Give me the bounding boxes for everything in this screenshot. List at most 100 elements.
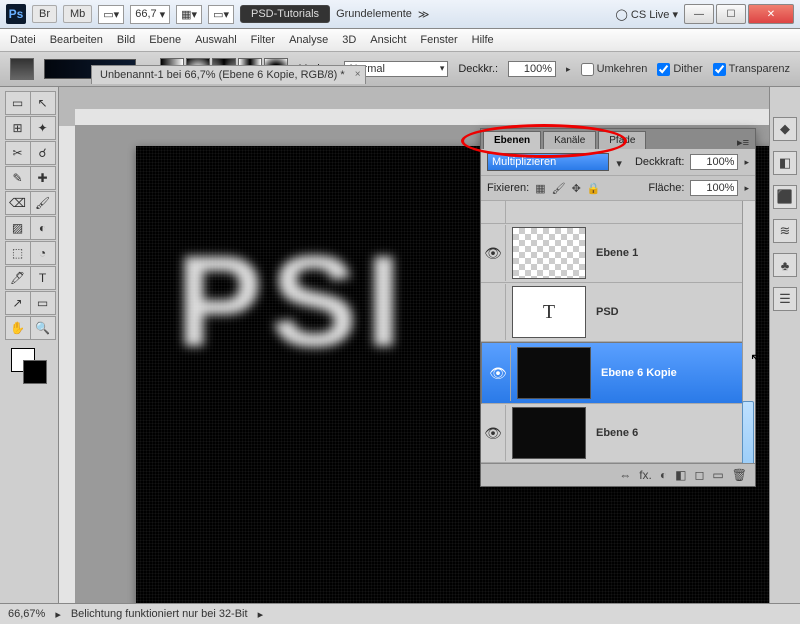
tool-7[interactable]: ✚	[30, 166, 56, 190]
layer-opacity-input[interactable]: 100%	[690, 154, 738, 170]
more-icon[interactable]: ≫	[418, 8, 430, 21]
tool-17[interactable]: ▭	[30, 291, 56, 315]
layer-row[interactable]: T PSD	[481, 283, 755, 342]
tool-preset[interactable]	[10, 58, 34, 80]
layer-name[interactable]: Ebene 1	[592, 247, 755, 259]
tab-kanaele[interactable]: Kanäle	[543, 131, 596, 149]
tab-pfade[interactable]: Pfade	[598, 131, 646, 149]
layers-panel: Ebenen Kanäle Pfade ▸≡ Multiplizieren De…	[480, 128, 756, 487]
tool-1[interactable]: ↖	[30, 91, 56, 115]
tool-2[interactable]: ⊞	[5, 116, 31, 140]
opacity-arrow[interactable]: ▸	[566, 64, 571, 75]
lock-transparency-icon[interactable]: ▦	[535, 182, 545, 195]
layer-blend-mode-select[interactable]: Multiplizieren	[487, 153, 609, 171]
close-tab-icon[interactable]: ×	[355, 69, 361, 80]
dock-icon-5[interactable]: ☰	[773, 287, 797, 311]
lock-pixels-icon[interactable]: 🖌	[552, 182, 566, 195]
fill-input[interactable]: 100%	[690, 180, 738, 196]
maximize-button[interactable]: ☐	[716, 4, 746, 24]
layer-thumbnail[interactable]: T	[512, 286, 586, 338]
menu-bearbeiten[interactable]: Bearbeiten	[50, 34, 103, 46]
panel-menu-icon[interactable]: ▸≡	[731, 136, 755, 149]
tool-4[interactable]: ✂	[5, 141, 31, 165]
dock-icon-1[interactable]: ◧	[773, 151, 797, 175]
visibility-eye-icon[interactable]: 👁	[486, 345, 511, 401]
layer-thumbnail[interactable]	[512, 227, 586, 279]
menu-fenster[interactable]: Fenster	[420, 34, 457, 46]
dock-icon-2[interactable]: ⬛	[773, 185, 797, 209]
opacity-input[interactable]: 100%	[508, 61, 556, 77]
tool-15[interactable]: T	[30, 266, 56, 290]
menu-auswahl[interactable]: Auswahl	[195, 34, 237, 46]
tab-ebenen[interactable]: Ebenen	[483, 131, 541, 149]
screen-mode-select[interactable]: ▭▾	[98, 5, 124, 24]
visibility-eye-icon[interactable]: 👁	[481, 405, 506, 461]
menu-ebene[interactable]: Ebene	[149, 34, 181, 46]
tool-10[interactable]: ▨	[5, 216, 31, 240]
tool-12[interactable]: ⬚	[5, 241, 31, 265]
layers-scrollbar[interactable]	[742, 201, 755, 463]
layers-action-4[interactable]: ◻	[694, 468, 704, 482]
layer-row[interactable]: 👁 Ebene 6	[481, 404, 755, 463]
workspace-label[interactable]: Grundelemente	[336, 8, 412, 20]
layer-row[interactable]: 👁 Ebene 1	[481, 224, 755, 283]
lock-position-icon[interactable]: ✥	[572, 182, 581, 195]
bridge-button[interactable]: Br	[32, 5, 57, 23]
visibility-eye-icon[interactable]	[481, 284, 506, 340]
tool-14[interactable]: 🖊	[5, 266, 31, 290]
tool-0[interactable]: ▭	[5, 91, 31, 115]
minibridge-button[interactable]: Mb	[63, 5, 92, 23]
layers-action-1[interactable]: fx.	[639, 468, 652, 482]
document-tab[interactable]: Unbenannt-1 bei 66,7% (Ebene 6 Kopie, RG…	[91, 65, 366, 84]
dock-icon-0[interactable]: ◆	[773, 117, 797, 141]
dock-icon-4[interactable]: ♣	[773, 253, 797, 277]
layer-opacity-arrow[interactable]: ▸	[744, 157, 749, 168]
minimize-button[interactable]: —	[684, 4, 714, 24]
color-swatches[interactable]	[11, 348, 47, 384]
tool-16[interactable]: ↗	[5, 291, 31, 315]
layer-name[interactable]: Ebene 6	[592, 427, 755, 439]
transparency-checkbox[interactable]: Transparenz	[713, 63, 790, 76]
layers-action-5[interactable]: ▭	[712, 468, 723, 482]
tool-6[interactable]: ✎	[5, 166, 31, 190]
scrollbar-thumb[interactable]	[742, 401, 754, 463]
tool-5[interactable]: ☌	[30, 141, 56, 165]
tool-18[interactable]: ✋	[5, 316, 31, 340]
tool-9[interactable]: 🖌	[30, 191, 56, 215]
layers-action-6[interactable]: 🗑	[732, 468, 747, 482]
menu-bild[interactable]: Bild	[117, 34, 135, 46]
layers-action-2[interactable]: ◐	[660, 468, 667, 482]
menu-ansicht[interactable]: Ansicht	[370, 34, 406, 46]
dither-checkbox[interactable]: Dither	[657, 63, 702, 76]
background-swatch[interactable]	[23, 360, 47, 384]
tool-13[interactable]: ◔	[30, 241, 56, 265]
status-zoom[interactable]: 66,67%	[8, 608, 45, 620]
menu-datei[interactable]: Datei	[10, 34, 36, 46]
layer-name[interactable]: Ebene 6 Kopie	[597, 367, 736, 379]
close-button[interactable]: ✕	[748, 4, 794, 24]
menu-3d[interactable]: 3D	[342, 34, 356, 46]
view-extras-select[interactable]: ▦▾	[176, 5, 202, 24]
layers-action-3[interactable]: ◧	[675, 468, 686, 482]
dock-icon-3[interactable]: ≋	[773, 219, 797, 243]
tool-19[interactable]: 🔍	[30, 316, 56, 340]
cslive-button[interactable]: ◯ CS Live ▾	[616, 8, 678, 21]
layer-row[interactable]: 👁 Ebene 6 Kopie	[481, 342, 755, 404]
workspace-button[interactable]: PSD-Tutorials	[240, 5, 330, 23]
tool-11[interactable]: ◐	[30, 216, 56, 240]
fill-arrow[interactable]: ▸	[744, 183, 749, 194]
menu-filter[interactable]: Filter	[251, 34, 275, 46]
menu-analyse[interactable]: Analyse	[289, 34, 328, 46]
menu-hilfe[interactable]: Hilfe	[472, 34, 494, 46]
lock-all-icon[interactable]: 🔒	[587, 182, 601, 195]
tool-8[interactable]: ⌫	[5, 191, 31, 215]
layer-thumbnail[interactable]	[517, 347, 591, 399]
reverse-checkbox[interactable]: Umkehren	[581, 63, 648, 76]
layer-thumbnail[interactable]	[512, 407, 586, 459]
tool-3[interactable]: ✦	[30, 116, 56, 140]
arrange-select[interactable]: ▭▾	[208, 5, 234, 24]
layer-name[interactable]: PSD	[592, 306, 755, 318]
layers-action-0[interactable]: ⇔	[619, 468, 631, 482]
visibility-eye-icon[interactable]: 👁	[481, 225, 506, 281]
zoom-select[interactable]: 66,7 ▾	[130, 5, 170, 24]
